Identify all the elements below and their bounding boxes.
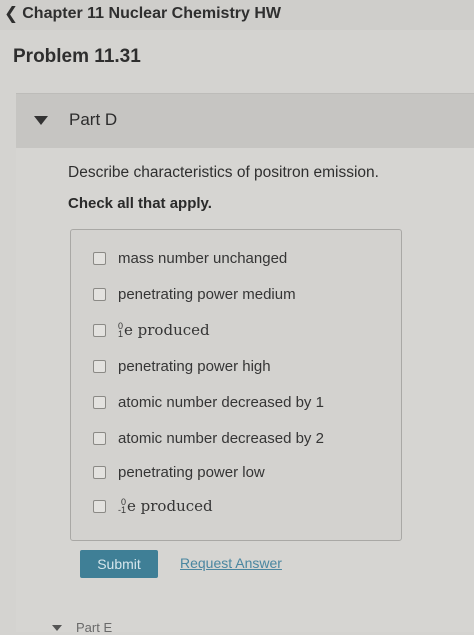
back-link[interactable]: ❮ Chapter 11 Nuclear Chemistry HW xyxy=(4,4,281,24)
option-label: e produced xyxy=(127,497,213,515)
option-penetrating-power-high[interactable]: penetrating power high xyxy=(93,354,271,378)
checkbox[interactable] xyxy=(93,287,106,301)
option-label: atomic number decreased by 1 xyxy=(118,393,324,411)
option-atomic-number-decreased-2[interactable]: atomic number decreased by 2 xyxy=(93,426,324,450)
option-beta-produced[interactable]: 0 -1 e produced xyxy=(93,494,213,518)
checkbox[interactable] xyxy=(93,499,106,513)
option-label: mass number unchanged xyxy=(118,249,288,267)
part-label: Part D xyxy=(69,110,118,129)
part-content: Describe characteristics of positron emi… xyxy=(16,148,474,635)
checkbox[interactable] xyxy=(93,431,106,445)
option-penetrating-power-medium[interactable]: penetrating power medium xyxy=(93,282,296,306)
option-penetrating-power-low[interactable]: penetrating power low xyxy=(93,460,265,484)
option-mass-number-unchanged[interactable]: mass number unchanged xyxy=(93,246,287,270)
option-label: atomic number decreased by 2 xyxy=(118,429,324,447)
checkbox[interactable] xyxy=(93,251,106,265)
request-answer-link[interactable]: Request Answer xyxy=(180,555,282,571)
part-header[interactable]: Part D xyxy=(16,93,474,149)
isotope-notation: 0 1 e produced xyxy=(118,321,210,339)
problem-title: Problem 11.31 xyxy=(13,46,141,67)
isotope-notation: 0 -1 e produced xyxy=(118,497,213,515)
option-label: e produced xyxy=(124,321,210,339)
checkbox[interactable] xyxy=(93,323,106,337)
next-part-label: Part E xyxy=(76,620,113,635)
top-bar: ❮ Chapter 11 Nuclear Chemistry HW xyxy=(0,0,474,30)
option-atomic-number-decreased-1[interactable]: atomic number decreased by 1 xyxy=(93,390,324,414)
question-text: Describe characteristics of positron emi… xyxy=(68,164,379,181)
checkbox[interactable] xyxy=(93,359,106,373)
collapse-triangle-icon xyxy=(52,624,62,631)
options-box: mass number unchanged penetrating power … xyxy=(70,229,402,541)
instruction-text: Check all that apply. xyxy=(68,195,212,212)
checkbox[interactable] xyxy=(93,395,106,409)
collapse-triangle-icon xyxy=(34,116,48,125)
option-label: penetrating power medium xyxy=(118,285,296,303)
iso-charge-number: -1 xyxy=(118,505,127,515)
iso-charge-number: 1 xyxy=(118,329,124,339)
option-positron-produced[interactable]: 0 1 e produced xyxy=(93,318,210,342)
submit-button[interactable]: Submit xyxy=(80,550,158,578)
option-label: penetrating power low xyxy=(118,463,265,481)
option-label: penetrating power high xyxy=(118,357,271,375)
back-link-label: Chapter 11 Nuclear Chemistry HW xyxy=(22,5,281,22)
chevron-left-icon: ❮ xyxy=(4,4,19,23)
checkbox[interactable] xyxy=(93,465,106,479)
next-part-header[interactable]: Part E xyxy=(52,620,252,635)
